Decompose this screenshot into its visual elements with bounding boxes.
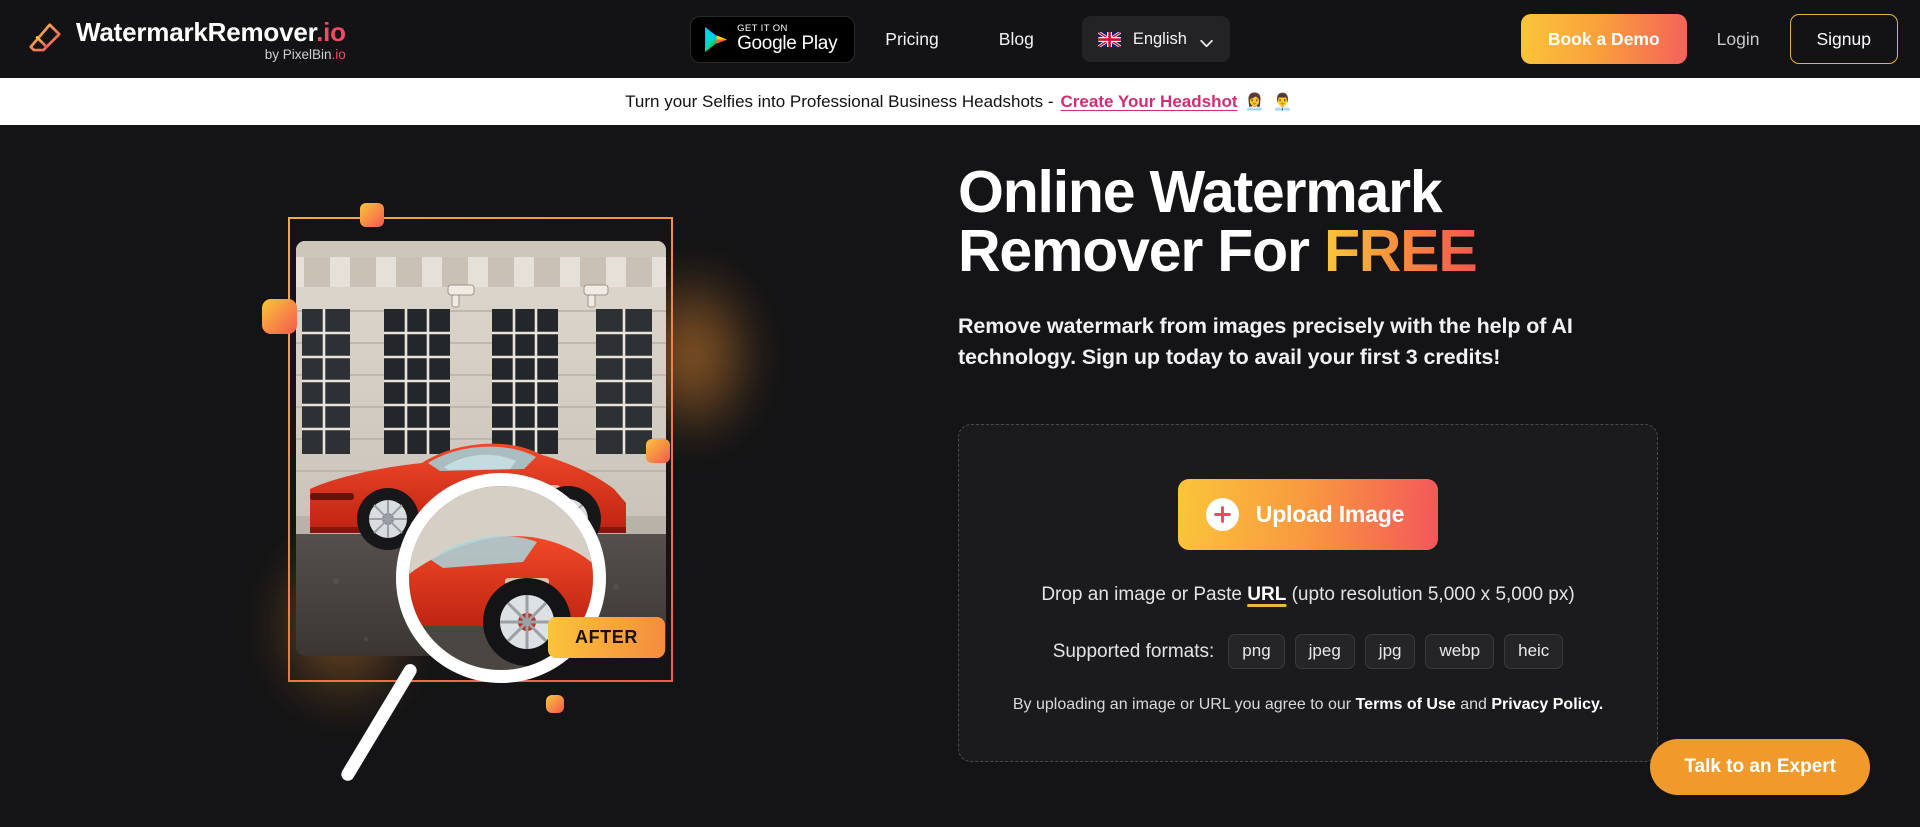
- language-label: English: [1132, 29, 1187, 48]
- hero-content-panel: Online Watermark Remover For FREE Remove…: [900, 125, 1920, 763]
- headline-line-2: Remover For: [958, 218, 1324, 284]
- upload-dropzone[interactable]: Upload Image Drop an image or Paste URL …: [958, 424, 1658, 763]
- create-headshot-link[interactable]: Create Your Headshot: [1061, 92, 1238, 112]
- book-a-demo-button[interactable]: Book a Demo: [1520, 14, 1687, 64]
- page-title: Online Watermark Remover For FREE: [958, 163, 1920, 281]
- upload-image-label: Upload Image: [1255, 501, 1405, 528]
- terms-notice-pre: By uploading an image or URL you agree t…: [1012, 696, 1356, 714]
- format-chip-png: png: [1228, 634, 1285, 670]
- drop-instruction-post: (upto resolution 5,000 x 5,000 px): [1286, 584, 1575, 606]
- drop-instruction: Drop an image or Paste URL (upto resolut…: [1041, 584, 1574, 606]
- privacy-policy-link[interactable]: Privacy Policy.: [1491, 696, 1603, 713]
- office-workers-emoji: 👩‍💼 👨‍💼: [1244, 93, 1295, 111]
- terms-of-use-link[interactable]: Terms of Use: [1356, 696, 1456, 713]
- hero-subheading: Remove watermark from images precisely w…: [958, 314, 1573, 369]
- nav-center-group: GET IT ON Google Play Pricing Blog Engli…: [690, 15, 1230, 63]
- language-selector[interactable]: English: [1081, 16, 1230, 62]
- decor-square-bottom: [546, 695, 564, 713]
- chevron-down-icon: [1199, 35, 1214, 47]
- brand-byline: by PixelBin.io: [264, 46, 346, 62]
- drop-instruction-pre: Drop an image or Paste: [1041, 584, 1248, 606]
- google-play-triangle-icon: [704, 26, 728, 53]
- format-chip-jpg: jpg: [1364, 634, 1416, 670]
- uk-flag-icon: [1097, 31, 1121, 47]
- decor-square-left: [262, 299, 297, 334]
- format-chip-jpeg: jpeg: [1294, 634, 1355, 670]
- hero-artwork-panel: AFTER: [0, 125, 900, 827]
- talk-to-an-expert-button[interactable]: Talk to an Expert: [1650, 739, 1870, 795]
- headline-line-1: Online Watermark: [958, 159, 1443, 225]
- format-chip-webp: webp: [1425, 634, 1495, 670]
- brand-logo[interactable]: WatermarkRemover.io by PixelBin.io: [26, 17, 346, 62]
- hero-artwork: AFTER: [258, 195, 768, 784]
- decor-square-top: [360, 203, 384, 227]
- after-badge: AFTER: [548, 617, 665, 658]
- terms-notice-mid: and: [1455, 696, 1492, 714]
- terms-notice: By uploading an image or URL you agree t…: [1013, 696, 1603, 714]
- headline-accent-free: FREE: [1323, 218, 1478, 284]
- signup-button[interactable]: Signup: [1789, 14, 1898, 64]
- plus-icon: [1205, 498, 1239, 532]
- format-chip-heic: heic: [1504, 634, 1564, 670]
- supported-formats-label: Supported formats:: [1052, 640, 1215, 662]
- brand-name: WatermarkRemover.io: [76, 16, 346, 47]
- paste-url-link[interactable]: URL: [1247, 584, 1286, 605]
- login-link[interactable]: Login: [1687, 29, 1790, 50]
- google-play-large-label: Google Play: [737, 33, 838, 55]
- decor-square-right: [646, 439, 670, 463]
- eraser-icon: [26, 20, 64, 58]
- hero-section: AFTER Online Watermark Remover For FREE …: [0, 125, 1920, 827]
- promo-banner: Turn your Selfies into Professional Busi…: [0, 78, 1920, 125]
- nav-link-blog[interactable]: Blog: [969, 29, 1064, 50]
- upload-image-button[interactable]: Upload Image: [1177, 479, 1439, 551]
- top-navigation-bar: WatermarkRemover.io by PixelBin.io GET I…: [0, 0, 1920, 78]
- nav-right-group: Book a Demo Login Signup: [1520, 14, 1898, 64]
- supported-formats-row: Supported formats: png jpeg jpg webp hei…: [1052, 634, 1564, 670]
- nav-link-pricing[interactable]: Pricing: [855, 29, 969, 50]
- promo-banner-text: Turn your Selfies into Professional Busi…: [625, 91, 1054, 111]
- google-play-badge[interactable]: GET IT ON Google Play: [690, 15, 856, 63]
